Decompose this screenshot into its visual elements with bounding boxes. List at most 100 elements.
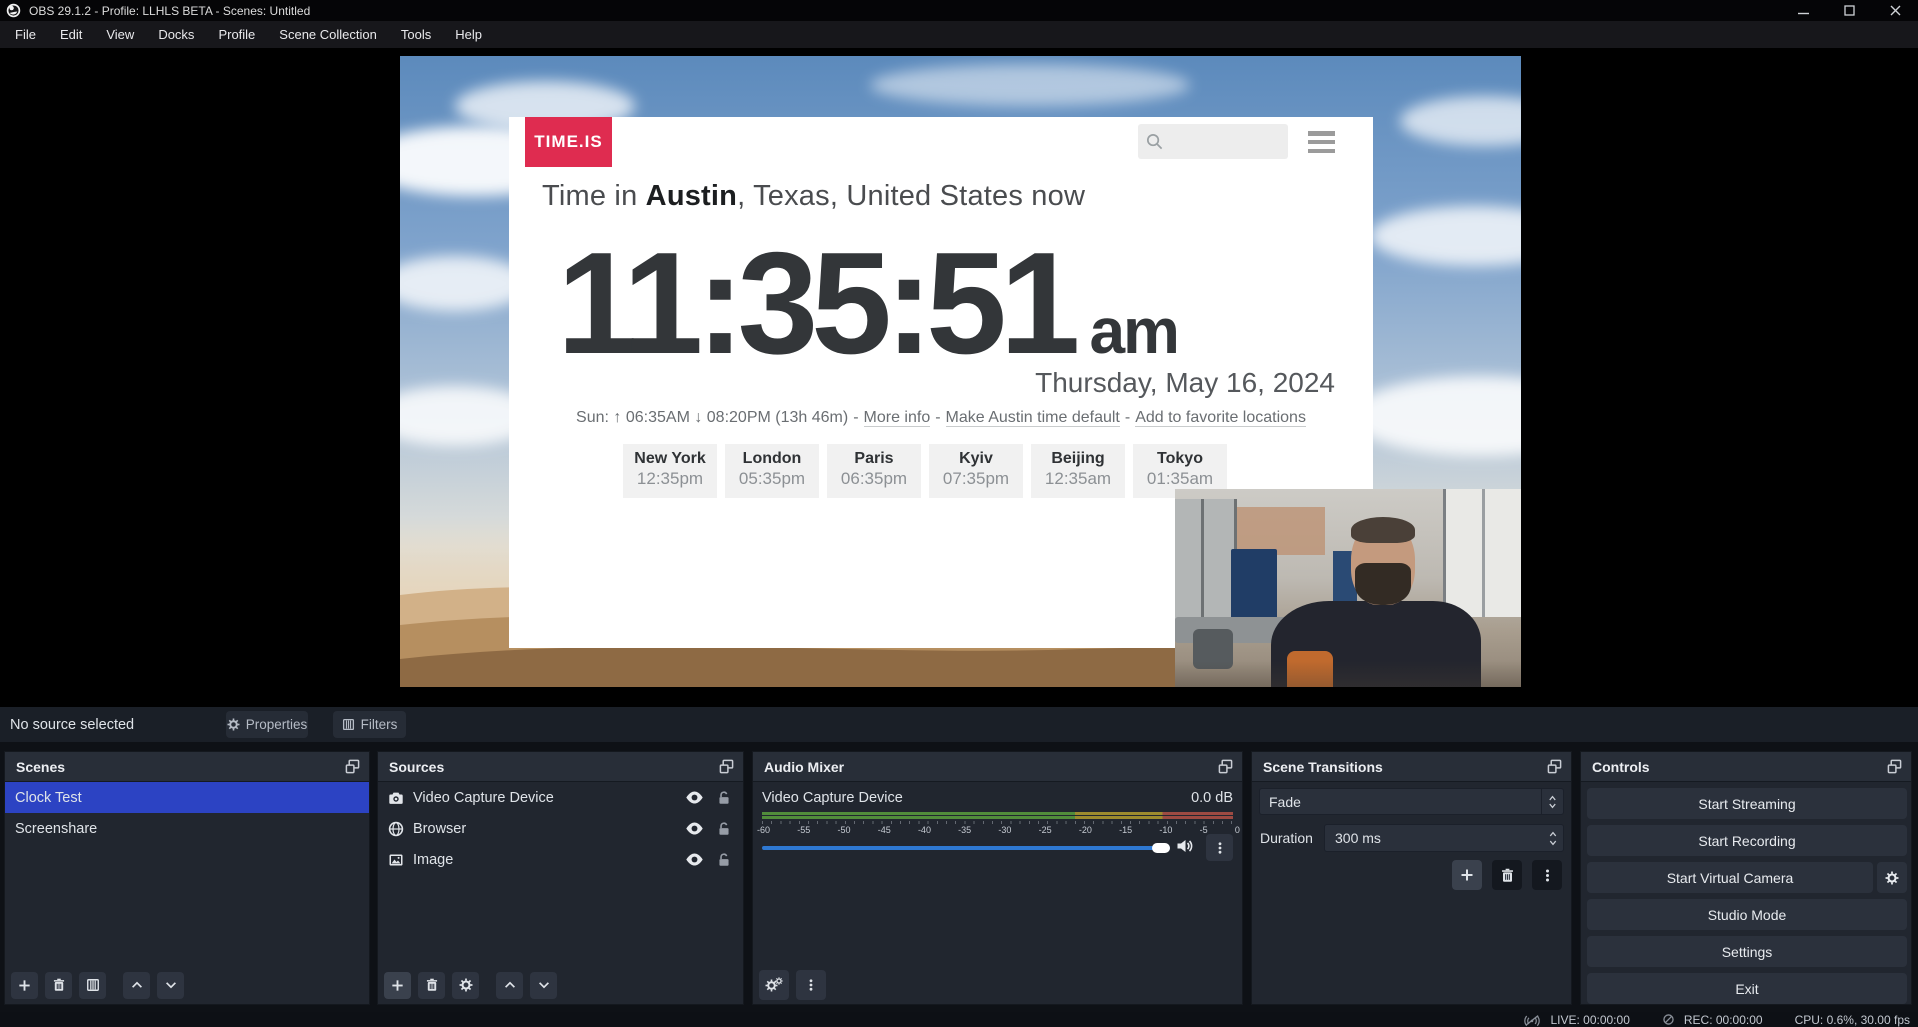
speaker-icon[interactable] — [1176, 838, 1194, 854]
maximize-icon — [1844, 5, 1855, 16]
trash-icon — [1500, 868, 1515, 883]
eye-icon[interactable] — [685, 853, 704, 866]
remove-transition-button[interactable] — [1492, 860, 1522, 890]
plus-icon — [17, 978, 32, 993]
popout-icon[interactable] — [1547, 759, 1562, 774]
city-card: Kyiv07:35pm — [929, 444, 1023, 498]
webcam-source[interactable] — [1175, 489, 1521, 687]
scene-down-button[interactable] — [157, 972, 184, 999]
properties-button[interactable]: Properties — [226, 711, 308, 738]
maximize-button[interactable] — [1826, 0, 1872, 21]
audio-mixer-panel: Audio Mixer Video Capture Device 0.0 dB … — [752, 751, 1243, 1005]
studio-mode-button[interactable]: Studio Mode — [1587, 899, 1907, 930]
start-streaming-button[interactable]: Start Streaming — [1587, 788, 1907, 819]
meter-tick-marks — [762, 821, 1233, 824]
popout-icon[interactable] — [1887, 759, 1902, 774]
unlock-icon[interactable] — [717, 791, 731, 805]
rec-time: REC: 00:00:00 — [1684, 1013, 1763, 1027]
unlock-icon[interactable] — [717, 822, 731, 836]
advanced-audio-button[interactable] — [759, 970, 789, 1000]
menu-docks[interactable]: Docks — [146, 21, 206, 48]
source-toolbar: No source selected Properties Filters — [0, 707, 1918, 742]
menu-file[interactable]: File — [3, 21, 48, 48]
popout-icon[interactable] — [1218, 759, 1233, 774]
cloud — [1370, 206, 1521, 266]
office-window — [1443, 489, 1521, 617]
source-down-button[interactable] — [530, 972, 557, 999]
remove-source-button[interactable] — [418, 972, 445, 999]
menu-tools[interactable]: Tools — [389, 21, 443, 48]
filters-icon — [86, 978, 100, 992]
start-recording-button[interactable]: Start Recording — [1587, 825, 1907, 856]
source-item-video-capture[interactable]: Video Capture Device — [378, 782, 743, 813]
chevron-up-icon — [130, 978, 144, 992]
popout-icon[interactable] — [719, 759, 734, 774]
person-hair — [1351, 517, 1415, 543]
volume-slider[interactable] — [762, 846, 1170, 850]
volume-slider-handle[interactable] — [1152, 843, 1170, 853]
volume-slider-row — [762, 840, 1233, 856]
virtual-camera-settings-button[interactable] — [1877, 862, 1907, 893]
mixer-channel-row: Video Capture Device 0.0 dB — [753, 782, 1242, 806]
source-item-browser[interactable]: Browser — [378, 813, 743, 844]
menu-help[interactable]: Help — [443, 21, 494, 48]
menu-profile[interactable]: Profile — [206, 21, 267, 48]
transitions-title: Scene Transitions — [1263, 759, 1383, 775]
hamburger-menu-icon — [1308, 131, 1335, 153]
gear-icon — [227, 718, 240, 731]
scene-up-button[interactable] — [123, 972, 150, 999]
close-button[interactable] — [1872, 0, 1918, 21]
volume-meter — [762, 812, 1233, 819]
close-icon — [1890, 5, 1901, 16]
settings-button[interactable]: Settings — [1587, 936, 1907, 967]
scene-filters-button[interactable] — [79, 972, 106, 999]
source-up-button[interactable] — [496, 972, 523, 999]
transition-menu-button[interactable] — [1532, 860, 1562, 890]
city-card: New York12:35pm — [623, 444, 717, 498]
person-beard — [1355, 563, 1411, 605]
menu-edit[interactable]: Edit — [48, 21, 94, 48]
clock-meridiem: am — [1089, 294, 1178, 368]
eye-icon[interactable] — [685, 791, 704, 804]
sources-toolbar — [378, 966, 743, 1004]
eye-icon[interactable] — [685, 822, 704, 835]
gear-icon — [775, 977, 783, 985]
start-virtual-camera-button[interactable]: Start Virtual Camera — [1587, 862, 1873, 893]
chevron-down-icon — [1548, 840, 1558, 846]
mixer-title: Audio Mixer — [764, 759, 844, 775]
scene-item-screenshare[interactable]: Screenshare — [5, 813, 369, 844]
chevron-up-icon — [1548, 831, 1558, 837]
mixer-channel-menu-button[interactable] — [1206, 834, 1233, 861]
chevron-up-icon — [1548, 795, 1557, 801]
exit-button[interactable]: Exit — [1587, 973, 1907, 1004]
minimize-button[interactable] — [1780, 0, 1826, 21]
scene-item-clock-test[interactable]: Clock Test — [5, 782, 369, 813]
add-scene-button[interactable] — [11, 972, 38, 999]
obs-logo-icon — [6, 3, 21, 18]
transition-select[interactable]: Fade — [1259, 788, 1564, 815]
menu-view[interactable]: View — [94, 21, 146, 48]
program-canvas[interactable]: TIME.IS Time in Austin, Texas, United St… — [400, 56, 1521, 687]
cpu-fps-stats: CPU: 0.6%, 30.00 fps — [1795, 1013, 1910, 1027]
sources-panel: Sources Video Capture Device Browser — [377, 751, 744, 1005]
scene-transitions-panel: Scene Transitions Fade Duration 300 ms — [1251, 751, 1572, 1005]
filters-button[interactable]: Filters — [333, 711, 406, 738]
add-source-button[interactable] — [384, 972, 411, 999]
mixer-menu-button[interactable] — [796, 970, 826, 1000]
popout-icon[interactable] — [345, 759, 360, 774]
add-transition-button[interactable] — [1452, 860, 1482, 890]
mixer-level-db: 0.0 dB — [1191, 790, 1233, 806]
source-properties-button[interactable] — [452, 972, 479, 999]
unlock-icon[interactable] — [717, 853, 731, 867]
plus-icon — [1459, 867, 1475, 883]
image-icon — [388, 852, 404, 868]
controls-panel: Controls Start Streaming Start Recording… — [1580, 751, 1912, 1005]
source-item-image[interactable]: Image — [378, 844, 743, 875]
menu-scene-collection[interactable]: Scene Collection — [267, 21, 389, 48]
duration-spinbox[interactable]: 300 ms — [1324, 824, 1564, 852]
spin-arrows[interactable] — [1548, 831, 1558, 846]
minimize-icon — [1798, 5, 1809, 16]
remove-scene-button[interactable] — [45, 972, 72, 999]
combo-arrows[interactable] — [1541, 789, 1563, 814]
world-cities-row: New York12:35pm London05:35pm Paris06:35… — [623, 444, 1227, 498]
